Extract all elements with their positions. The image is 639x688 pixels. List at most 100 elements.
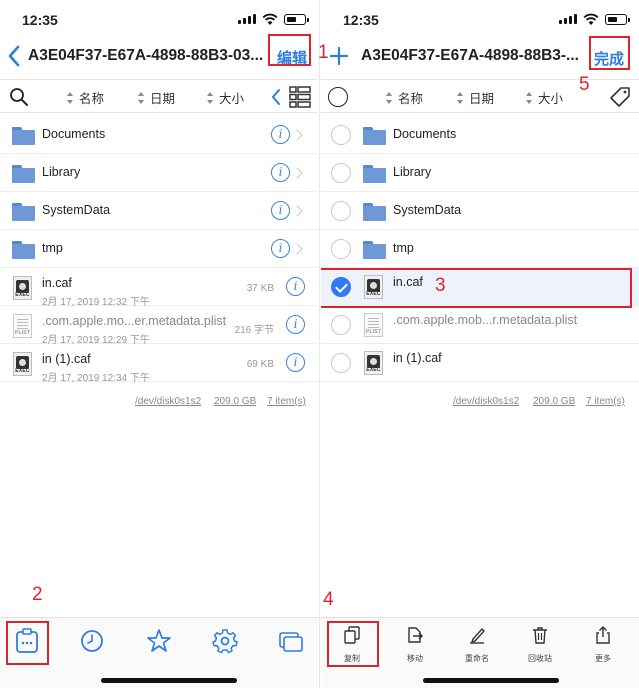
list-item[interactable]: Library xyxy=(321,154,639,192)
rename-button[interactable]: 重命名 xyxy=(454,626,500,664)
status-time: 12:35 xyxy=(343,12,379,28)
list-item[interactable]: PLIST .com.apple.mo...er.metadata.plist … xyxy=(0,306,318,346)
folder-icon xyxy=(363,127,386,145)
sort-by-date[interactable]: 日期 xyxy=(138,88,175,107)
list-item[interactable]: SystemData xyxy=(321,192,639,230)
home-indicator[interactable] xyxy=(423,678,559,683)
list-item[interactable]: PLIST .com.apple.mob...r.metadata.plist xyxy=(321,306,639,344)
footer-capacity[interactable]: 209.0 GB xyxy=(533,396,575,407)
more-button[interactable]: 更多 xyxy=(580,626,626,664)
sort-arrows-icon xyxy=(457,91,464,104)
list-item[interactable]: Documents i xyxy=(0,116,318,154)
info-icon[interactable]: i xyxy=(271,125,290,144)
list-item[interactable]: tmp xyxy=(321,230,639,268)
info-icon[interactable]: i xyxy=(271,163,290,182)
footer-items[interactable]: 7 item(s) xyxy=(586,396,625,407)
gear-icon[interactable] xyxy=(212,628,238,654)
clock-icon[interactable] xyxy=(79,628,105,654)
select-circle[interactable] xyxy=(331,163,351,183)
page-title: A3E04F37-E67A-4898-88B3-03... xyxy=(28,47,264,64)
select-circle[interactable] xyxy=(331,353,351,373)
sort-by-date[interactable]: 日期 xyxy=(457,88,494,107)
info-icon[interactable]: i xyxy=(271,201,290,220)
select-circle[interactable] xyxy=(331,239,351,259)
sort-by-size[interactable]: 大小 xyxy=(207,88,244,107)
select-circle[interactable] xyxy=(331,315,351,335)
item-name: SystemData xyxy=(42,203,111,217)
move-button[interactable]: 移动 xyxy=(392,626,438,664)
folder-icon xyxy=(363,165,386,183)
item-name: in (1).caf xyxy=(42,352,91,366)
page-title: A3E04F37-E67A-4898-88B3-... xyxy=(361,47,579,64)
footer-disk[interactable]: /dev/disk0s1s2 xyxy=(453,396,519,407)
select-all-circle[interactable] xyxy=(328,87,348,107)
info-icon[interactable]: i xyxy=(286,353,305,372)
windows-icon[interactable] xyxy=(278,628,304,654)
sort-arrows-icon xyxy=(67,91,74,104)
collapse-chevron-icon[interactable] xyxy=(270,88,282,106)
sort-date-label: 日期 xyxy=(150,92,176,106)
home-indicator[interactable] xyxy=(101,678,237,683)
item-size: 216 字节 xyxy=(234,325,274,336)
more-label: 更多 xyxy=(595,654,611,663)
list-item[interactable]: Library i xyxy=(0,154,318,192)
list-item[interactable]: EXEC in (1).caf xyxy=(321,344,639,382)
footer-disk[interactable]: /dev/disk0s1s2 xyxy=(135,396,201,407)
list-item[interactable]: Documents xyxy=(321,116,639,154)
select-circle[interactable] xyxy=(331,125,351,145)
plist-file-icon: PLIST xyxy=(13,314,32,338)
annotation-box-copy xyxy=(327,621,379,667)
list-item[interactable]: tmp i xyxy=(0,230,318,268)
folder-icon xyxy=(12,127,35,145)
signal-icon xyxy=(238,14,256,24)
chevron-right-icon xyxy=(291,167,303,179)
chevron-right-icon xyxy=(291,205,303,217)
chevron-right-icon xyxy=(291,129,303,141)
plist-file-icon: PLIST xyxy=(364,313,383,337)
rename-label: 重命名 xyxy=(465,654,489,663)
item-date: 2月 17, 2019 12:34 下午 xyxy=(42,373,150,384)
folder-icon xyxy=(363,203,386,221)
search-icon[interactable] xyxy=(9,87,29,107)
item-name: in.caf xyxy=(42,276,72,290)
back-chevron-icon[interactable] xyxy=(6,44,24,68)
chevron-right-icon xyxy=(291,243,303,255)
folder-icon xyxy=(12,165,35,183)
annotation-box-edit xyxy=(268,34,311,66)
left-screen: 12:35 A3E04F37-E67A-4898-88B3-03... 编辑 名… xyxy=(0,0,318,688)
list-item[interactable]: EXEC in (1).caf 2月 17, 2019 12:34 下午 69 … xyxy=(0,344,318,384)
info-icon[interactable]: i xyxy=(286,277,305,296)
wifi-icon xyxy=(583,13,599,25)
list-item[interactable]: SystemData i xyxy=(0,192,318,230)
annotation-box-files xyxy=(6,621,49,665)
list-item[interactable]: EXEC in.caf 2月 17, 2019 12:32 下午 37 KB i xyxy=(0,268,318,308)
trash-label: 回收站 xyxy=(528,654,552,663)
sort-name-label: 名称 xyxy=(398,92,424,106)
annotation-box-done xyxy=(589,36,630,70)
folder-icon xyxy=(12,203,35,221)
battery-icon xyxy=(605,14,630,25)
annotation-number: 1 xyxy=(318,42,329,63)
select-circle[interactable] xyxy=(331,201,351,221)
info-icon[interactable]: i xyxy=(286,315,305,334)
annotation-number: 5 xyxy=(579,74,590,95)
plus-icon[interactable] xyxy=(329,46,349,66)
share-icon xyxy=(596,626,610,644)
sort-arrows-icon xyxy=(138,91,145,104)
sort-arrows-icon xyxy=(386,91,393,104)
item-name: .com.apple.mo...er.metadata.plist xyxy=(42,314,227,328)
tag-icon[interactable] xyxy=(609,86,631,108)
sort-by-name[interactable]: 名称 xyxy=(386,88,423,107)
star-icon[interactable] xyxy=(146,628,172,654)
trash-button[interactable]: 回收站 xyxy=(517,626,563,664)
sort-arrows-icon xyxy=(207,91,214,104)
sort-by-name[interactable]: 名称 xyxy=(67,88,104,107)
folder-icon xyxy=(363,241,386,259)
list-view-icon[interactable] xyxy=(289,86,311,108)
sort-size-label: 大小 xyxy=(219,92,245,106)
footer-capacity[interactable]: 209.0 GB xyxy=(214,396,256,407)
annotation-number: 4 xyxy=(323,589,334,610)
sort-by-size[interactable]: 大小 xyxy=(526,88,563,107)
info-icon[interactable]: i xyxy=(271,239,290,258)
footer-items[interactable]: 7 item(s) xyxy=(267,396,306,407)
